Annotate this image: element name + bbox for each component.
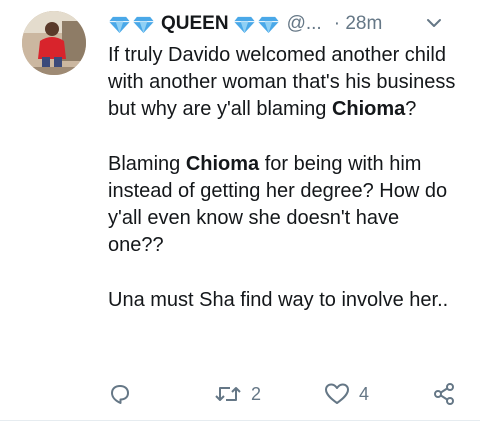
retweet-button[interactable]: 2	[214, 380, 261, 408]
tweet-text: If truly Davido welcomed another child w…	[108, 42, 458, 314]
paragraph-1-end: ?	[405, 98, 417, 121]
share-icon	[434, 383, 454, 405]
like-button[interactable]: 4	[324, 380, 369, 408]
name-emoji-prefix	[108, 15, 156, 34]
timestamp[interactable]: · 28m	[334, 13, 383, 35]
tweet-paragraph-2: Blaming Chioma for being with him instea…	[108, 151, 458, 260]
tweet-paragraph-1: If truly Davido welcomed another child w…	[108, 42, 458, 124]
paragraph-2-bold: Chioma	[185, 152, 260, 175]
paragraph-2-start: Blaming	[108, 152, 186, 175]
time-value: 28m	[345, 13, 383, 34]
time-separator: ·	[333, 13, 341, 34]
heart-icon	[325, 383, 349, 404]
author-name[interactable]: QUEEN	[161, 13, 229, 35]
author-handle[interactable]: @...	[287, 13, 322, 35]
tweet-header: QUEEN @... · 28m	[108, 11, 468, 37]
tweet[interactable]: QUEEN @... · 28m If truly Davido welcome…	[0, 0, 480, 428]
retweet-count: 2	[251, 383, 262, 404]
reply-icon	[111, 385, 129, 404]
avatar-image	[22, 11, 86, 75]
gem-icon	[257, 16, 279, 33]
reply-button[interactable]	[108, 380, 132, 408]
name-emoji-suffix	[233, 15, 281, 34]
paragraph-1-bold: Chioma	[331, 98, 406, 121]
gem-icon	[133, 16, 154, 33]
divider	[0, 420, 480, 421]
like-count: 4	[359, 383, 370, 404]
gem-icon	[233, 16, 255, 33]
tweet-actions: 2 4	[108, 380, 468, 408]
retweet-icon	[215, 387, 241, 401]
gem-icon	[109, 16, 130, 33]
share-button[interactable]	[432, 380, 456, 408]
avatar[interactable]	[22, 11, 86, 75]
tweet-paragraph-3: Una must Sha find way to involve her..	[108, 288, 449, 311]
chevron-down-icon[interactable]	[426, 17, 442, 29]
